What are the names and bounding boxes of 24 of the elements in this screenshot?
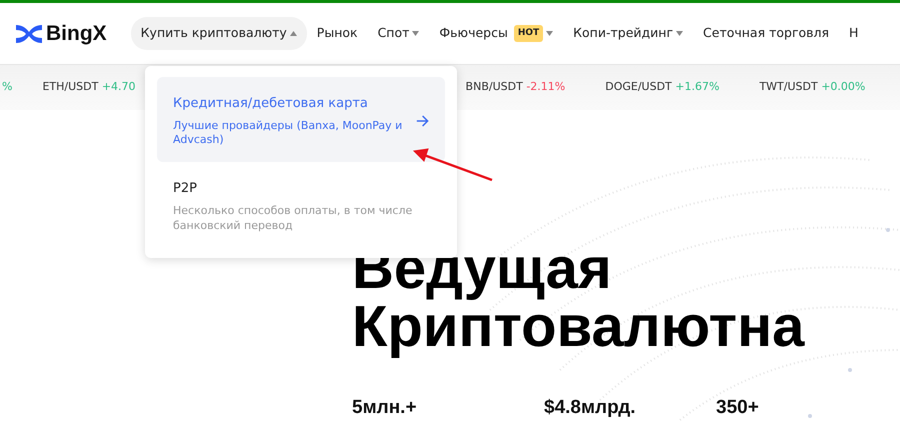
ticker-pair[interactable]: BNB/USDT -2.11%	[466, 80, 566, 94]
menu-item-title: Кредитная/дебетовая карта	[173, 95, 369, 113]
nav-item[interactable]: Н	[839, 17, 868, 50]
ticker-pair[interactable]: TWT/USDT +0.00%	[759, 80, 866, 94]
nav-item[interactable]: Копи-трейдинг	[563, 17, 694, 50]
stat-value: 350+	[716, 396, 759, 420]
menu-item-title: P2P	[173, 180, 198, 198]
nav-item[interactable]: Сеточная торговля	[693, 17, 840, 50]
nav-item[interactable]: Фьючерсы HOT	[429, 17, 564, 50]
stat-value: $4.8млрд.	[544, 396, 637, 420]
logo-icon	[16, 24, 42, 42]
ticker-pair[interactable]: DOGE/USDT +1.67%	[605, 80, 720, 94]
menu-item-subtitle: Лучшие провайдеры (Banxa, MoonPay и Advcash)	[173, 118, 404, 148]
ticker-pair[interactable]: ETH/USDT +4.70	[42, 80, 136, 94]
nav-item[interactable]: Рынок	[306, 17, 368, 50]
stat-value: 5млн.+	[352, 396, 418, 420]
logo[interactable]: BingX	[16, 18, 107, 50]
nav-item[interactable]: Купить криптовалюту	[130, 17, 307, 50]
arrow-right-icon	[416, 114, 429, 128]
menu-item-subtitle: Несколько способов оплаты, в том числе банковский перевод	[173, 204, 414, 234]
hot-badge: HOT	[514, 24, 544, 42]
menu-item[interactable]: P2P Несколько способов оплаты, в том числе банковский перевод	[157, 162, 445, 248]
nav-item[interactable]: Спот	[368, 17, 430, 50]
menu-item[interactable]: Кредитная/дебетовая карта Лучшие провайдеры (Banxa, MoonPay и Advcash)	[157, 77, 445, 162]
